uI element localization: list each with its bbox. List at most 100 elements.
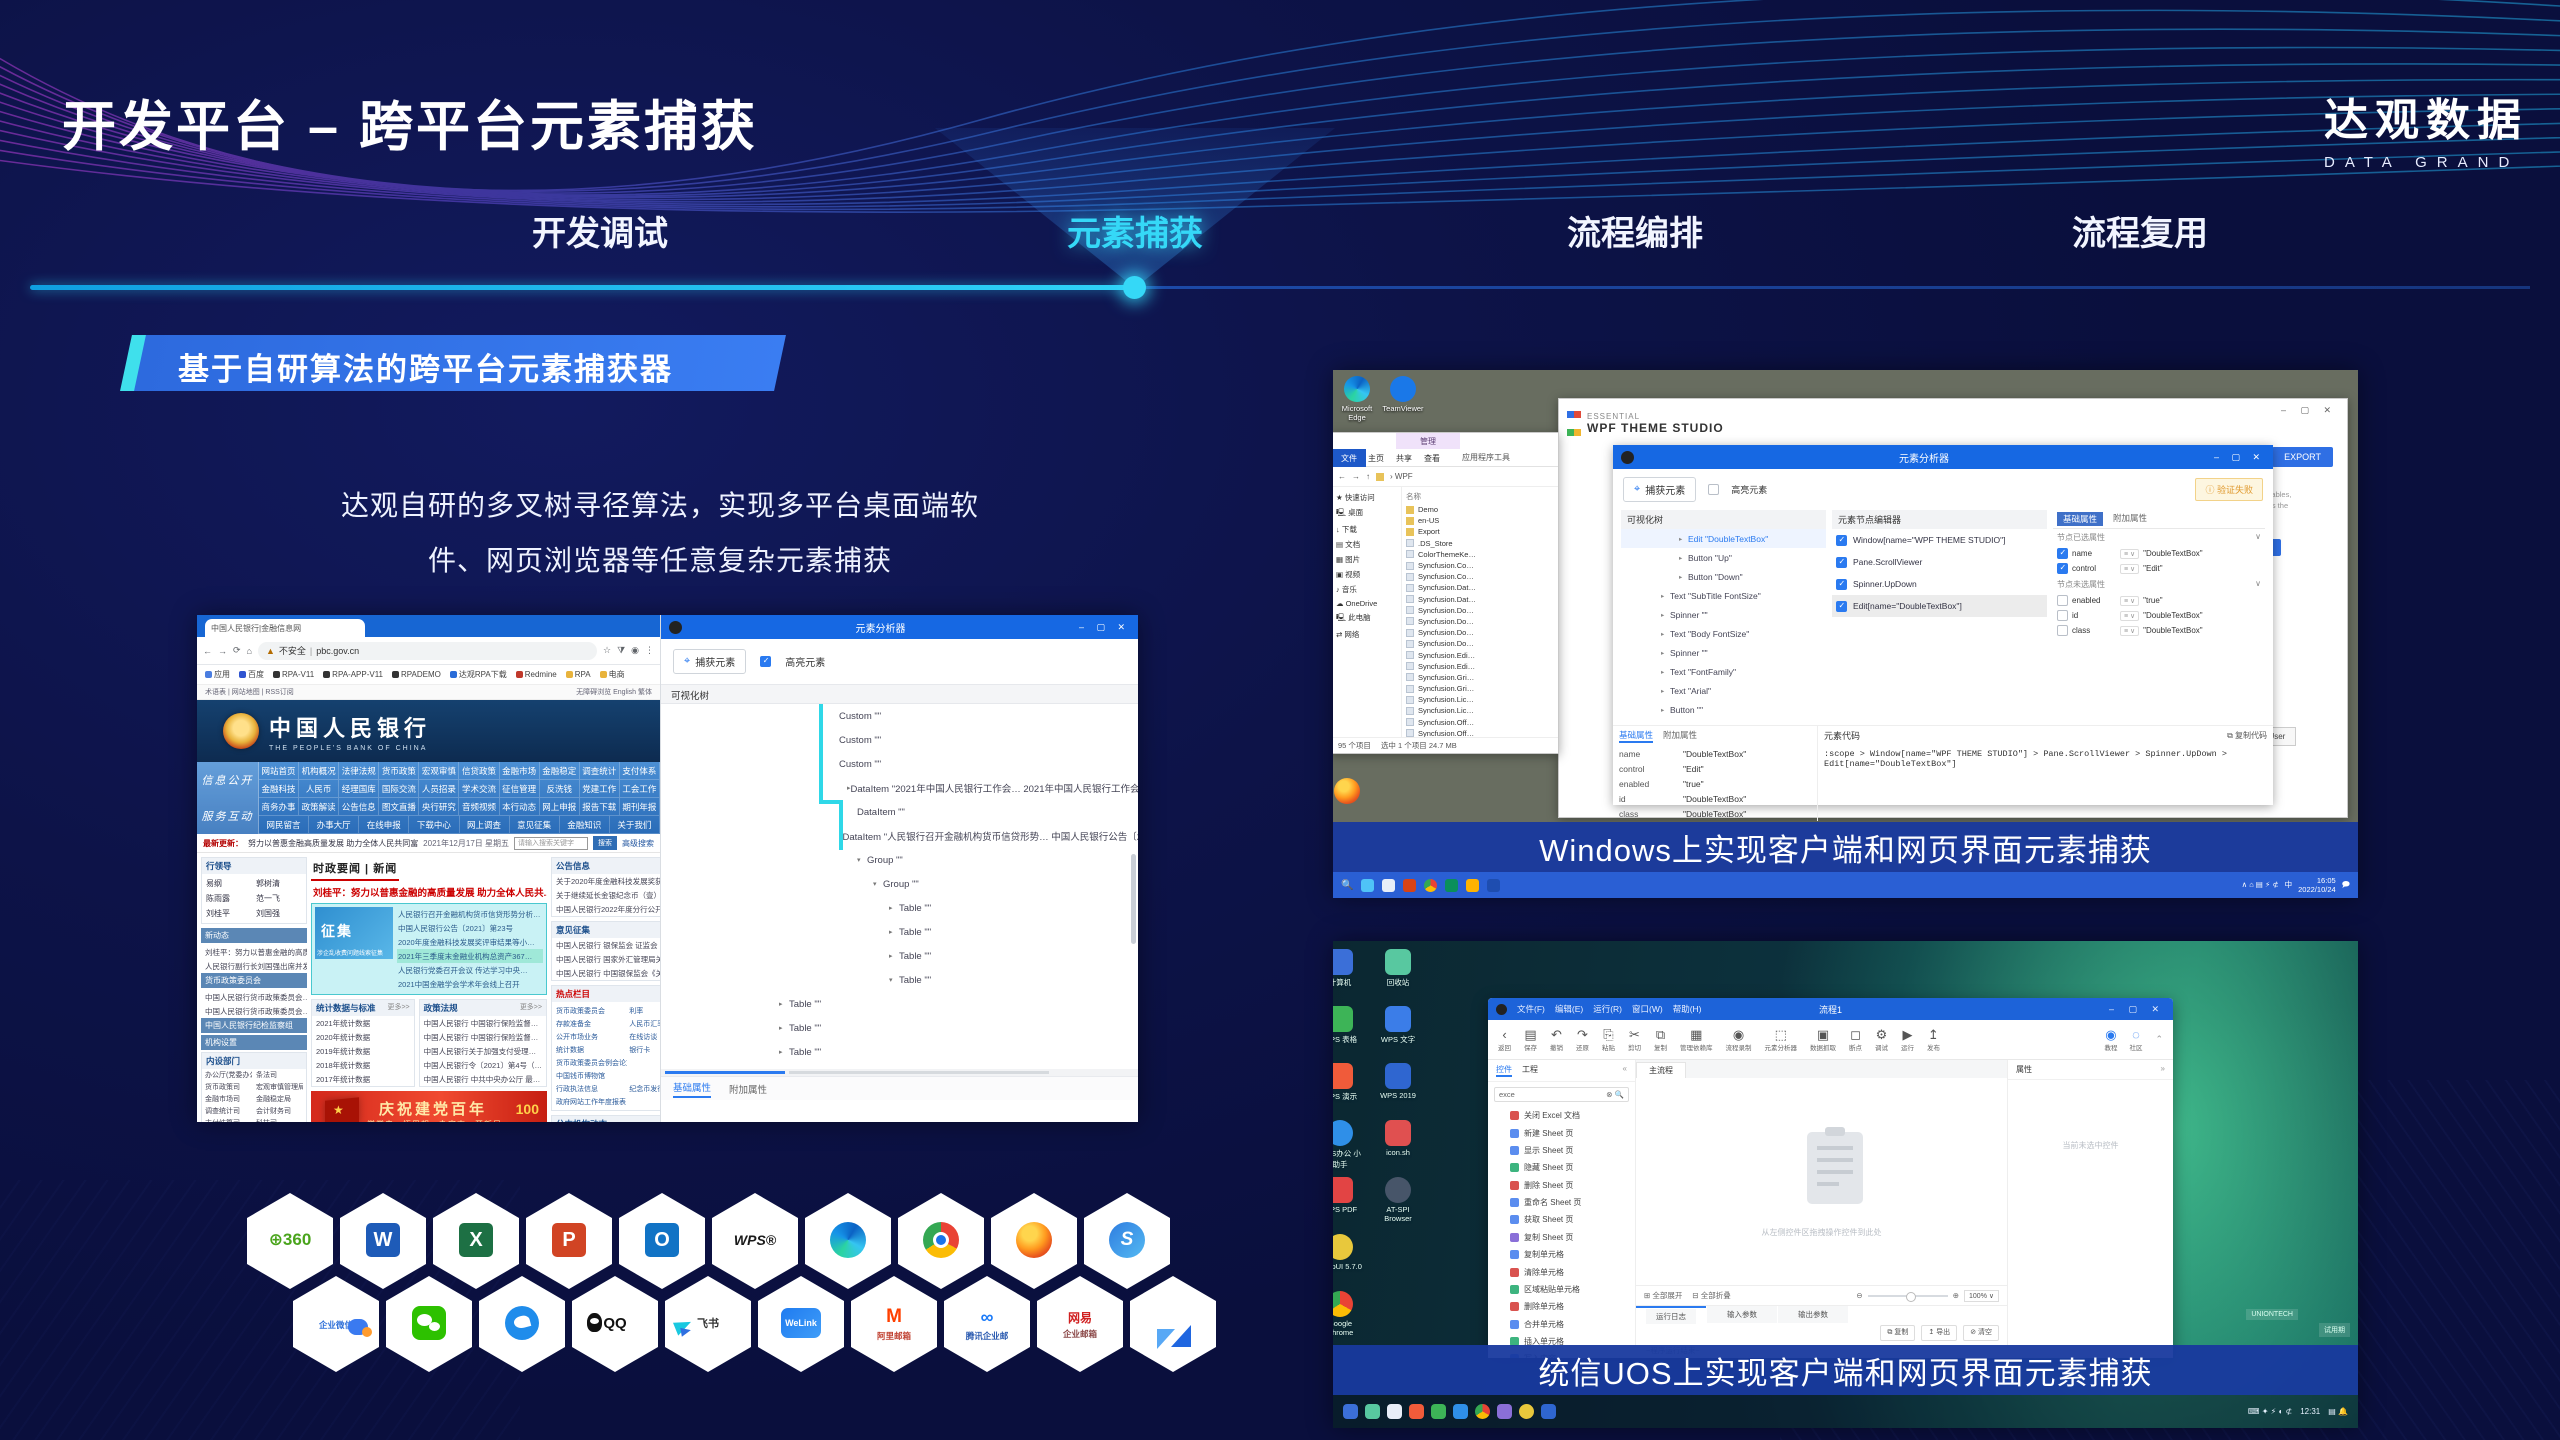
leader-name[interactable]: 陈雨露 <box>204 891 254 906</box>
pagetop-left-links[interactable]: 术语表 | 网站地图 | RSS订阅 <box>205 687 294 697</box>
menu-item[interactable]: 运行(R) <box>1593 1003 1622 1015</box>
nav-item[interactable]: 学术交流 <box>459 780 499 797</box>
nav-item[interactable]: 本行动态 <box>500 798 540 815</box>
tree-item[interactable]: ▸Table "" <box>661 944 1138 968</box>
hot-link[interactable]: 纪念币发行 <box>627 1082 660 1095</box>
nav-item[interactable]: 调查统计 <box>580 762 620 779</box>
zoom-out-icon[interactable]: ⊖ <box>1856 1291 1862 1300</box>
taskbar-app-icon[interactable] <box>1541 1404 1556 1419</box>
law-link[interactable]: 中国人民银行 中国银行保险监督… <box>420 1016 546 1030</box>
highlight-checkbox[interactable] <box>1708 484 1719 495</box>
forward-icon[interactable]: → <box>218 646 227 656</box>
tree-item[interactable]: ▸Button "" <box>1621 700 1826 719</box>
zoom-slider[interactable] <box>1868 1295 1948 1297</box>
log-tab[interactable]: 输出参数 <box>1778 1306 1848 1323</box>
taskbar-app-icon[interactable] <box>1409 1404 1424 1419</box>
nav-item[interactable]: 人民币 <box>299 780 339 797</box>
stats-link[interactable]: 2019年统计数据 <box>312 1044 414 1058</box>
file-row[interactable]: ColorThemeKe… <box>1406 549 1554 560</box>
file-row[interactable]: Syncfusion.Do… <box>1406 638 1554 649</box>
law-link[interactable]: 中国人民银行关于加强支付受理… <box>420 1044 546 1058</box>
tree-item[interactable]: ▸Edit "DoubleTextBox" <box>1621 529 1826 548</box>
bookmark-item[interactable]: 应用 <box>205 669 230 680</box>
nav-item[interactable]: 音频视频 <box>459 798 499 815</box>
dept-link[interactable]: 科技司 <box>256 1118 303 1122</box>
column-header-name[interactable]: 名称 <box>1406 489 1554 504</box>
file-row[interactable]: Syncfusion.Edi… <box>1406 649 1554 660</box>
highlight-checkbox[interactable] <box>760 656 771 667</box>
tree-item[interactable]: ▸Text "SubTitle FontSize" <box>1621 586 1826 605</box>
taskbar-app-icon[interactable] <box>1519 1404 1534 1419</box>
hot-link[interactable]: 政府网站工作年度报表 <box>554 1095 627 1108</box>
search-icon[interactable]: 🔍 <box>1341 880 1353 891</box>
prop-row[interactable]: id≡ ∨"DoubleTextBox" <box>2053 608 2265 623</box>
notice-link[interactable]: 关于2020年度金融科技发展奖获奖项目… <box>552 874 660 888</box>
taskbar-app-icon[interactable] <box>1466 879 1479 892</box>
nav-item[interactable]: 宏观审慎 <box>419 762 459 779</box>
tree-item[interactable]: ▸Text "Arial" <box>1621 681 1826 700</box>
leader-name[interactable]: 范一飞 <box>254 891 304 906</box>
node-row[interactable]: Edit[name="DoubleTextBox"] <box>1832 595 2047 617</box>
bookmark-item[interactable]: RPA-APP-V11 <box>323 670 383 679</box>
tab-project[interactable]: 工程 <box>1522 1064 1538 1077</box>
news-list-link[interactable]: 人民银行党委召开会议 传达学习中央… <box>397 963 543 977</box>
bookmark-item[interactable]: RPADEMO <box>392 670 441 679</box>
hot-link[interactable] <box>627 1095 660 1108</box>
control-list-item[interactable]: 显示 Sheet 页 <box>1488 1142 1635 1159</box>
taskbar-app-icon[interactable] <box>1361 879 1374 892</box>
nav-item[interactable]: 人员招录 <box>419 780 459 797</box>
explorer-nav-item[interactable]: ↓ 下载 <box>1336 522 1397 537</box>
window-controls[interactable]: – ▢ ✕ <box>2109 1004 2165 1015</box>
export-button[interactable]: EXPORT <box>2272 447 2333 467</box>
log-action-button[interactable]: ⊘ 清空 <box>1963 1325 1999 1341</box>
nav-item[interactable]: 关于我们 <box>610 816 660 833</box>
tab-extra-props[interactable]: 附加属性 <box>1663 729 1697 743</box>
control-list-item[interactable]: 获取 Sheet 页 <box>1488 1211 1635 1228</box>
taskbar-app-icon[interactable] <box>1365 1404 1380 1419</box>
node-row[interactable]: Spinner.UpDown <box>1832 573 2047 595</box>
nav-item[interactable]: 网站首页 <box>259 762 299 779</box>
nav-item[interactable]: 金融市场 <box>500 762 540 779</box>
toolbar-button[interactable]: ◌社区 <box>2129 1028 2142 1052</box>
taskbar-app-icon[interactable] <box>1497 1404 1512 1419</box>
news-link[interactable]: 刘桂平：努力以普惠金融的高质… <box>201 945 307 959</box>
toolbar-button[interactable]: ↷还原 <box>1576 1028 1589 1052</box>
uos-desktop-icon[interactable]: icon.sh <box>1375 1120 1421 1157</box>
tree-item[interactable]: ▸Spinner "" <box>1621 643 1826 662</box>
nav-item[interactable]: 支付体系 <box>620 762 660 779</box>
control-list-item[interactable]: 关闭 Excel 文档 <box>1488 1107 1635 1124</box>
tab-dev-debug[interactable]: 开发调试 <box>532 206 668 255</box>
taskbar-tray[interactable]: ∧ ⌂ ▤ ⚡ ⊄ 中 16:052022/10/24 🗩 <box>2242 876 2350 895</box>
explorer-tab[interactable]: 主页 <box>1368 453 1384 464</box>
uos-desktop-icon[interactable]: Google Chrome <box>1333 1291 1363 1337</box>
apptools-tab[interactable]: 应用程序工具 <box>1462 452 1510 463</box>
hot-link[interactable] <box>627 1056 660 1069</box>
news-list-link[interactable]: 2021中国金融学会学术年会线上召开 <box>397 977 543 991</box>
news-link[interactable]: 人民银行副行长刘国强出席并发… <box>201 959 307 973</box>
tree-item[interactable]: ▾Group "" <box>661 872 1138 896</box>
tree-item[interactable]: ▸Table "" <box>661 896 1138 920</box>
tab-flow-orchestration[interactable]: 流程编排 <box>1567 206 1703 255</box>
horizontal-scrollbar[interactable] <box>661 1069 1138 1076</box>
control-search-input[interactable]: exce⊗ 🔍 <box>1494 1087 1629 1102</box>
uos-desktop-icon[interactable]: 回收站 <box>1375 949 1421 988</box>
file-row[interactable]: Syncfusion.Gri… <box>1406 683 1554 694</box>
more-link[interactable]: 更多>> <box>520 1002 542 1014</box>
explorer-address-bar[interactable]: ←→↑ › WPF <box>1333 467 1558 487</box>
uos-desktop-icon[interactable]: AT-SPI Browser <box>1375 1177 1421 1223</box>
tab-basic-props[interactable]: 基础属性 <box>1619 729 1653 743</box>
nav-item[interactable]: 期刊年报 <box>620 798 660 815</box>
nav-item[interactable]: 网上申报 <box>540 798 580 815</box>
collapse-all-button[interactable]: ⊟ 全部折叠 <box>1692 1290 1730 1301</box>
window-controls[interactable]: – ▢ ✕ <box>1079 622 1130 633</box>
nav-item[interactable]: 下载中心 <box>409 816 459 833</box>
nav-item[interactable]: 党建工作 <box>580 780 620 797</box>
file-row[interactable]: Syncfusion.Gri… <box>1406 672 1554 683</box>
taskbar-app-icon[interactable] <box>1445 879 1458 892</box>
campaign-thumbnail[interactable]: 征集 涉企乱收费问题线索征集 <box>315 907 393 959</box>
taskbar-app-icon[interactable] <box>1453 1404 1468 1419</box>
file-row[interactable]: Syncfusion.Do… <box>1406 616 1554 627</box>
file-row[interactable]: Syncfusion.Co… <box>1406 560 1554 571</box>
tree-item[interactable]: ▾Group "" <box>661 848 1138 872</box>
news-list-link[interactable]: 2021年三季度末金融业机构总资产367… <box>397 949 543 963</box>
